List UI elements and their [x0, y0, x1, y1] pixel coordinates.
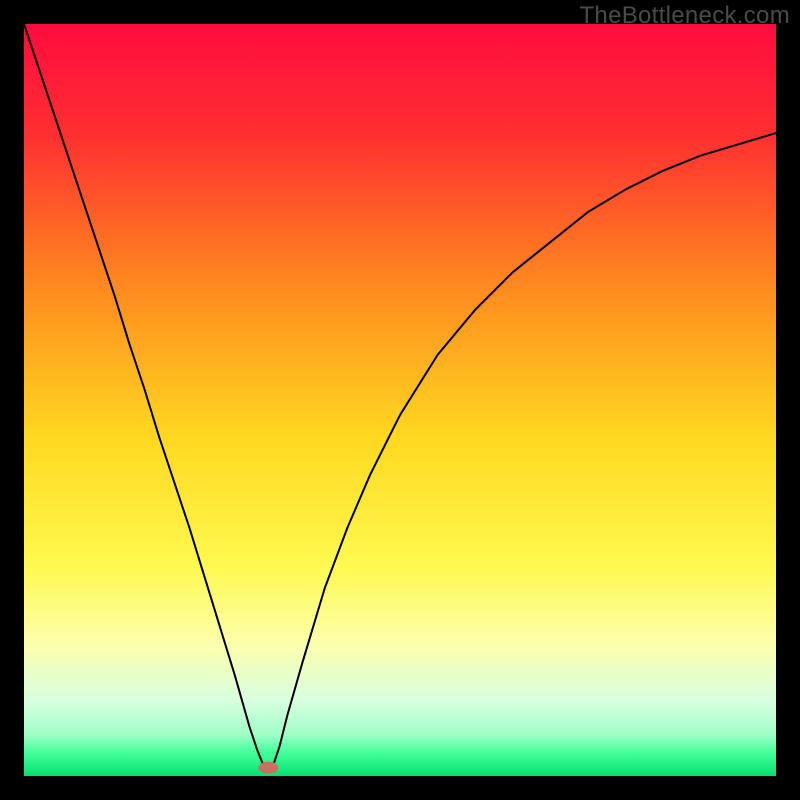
- min-marker: [258, 762, 278, 774]
- marker-group: [258, 762, 278, 774]
- chart-plot: [24, 24, 776, 776]
- chart-frame: TheBottleneck.com: [0, 0, 800, 800]
- watermark-text: TheBottleneck.com: [579, 2, 790, 30]
- plot-background: [24, 24, 776, 776]
